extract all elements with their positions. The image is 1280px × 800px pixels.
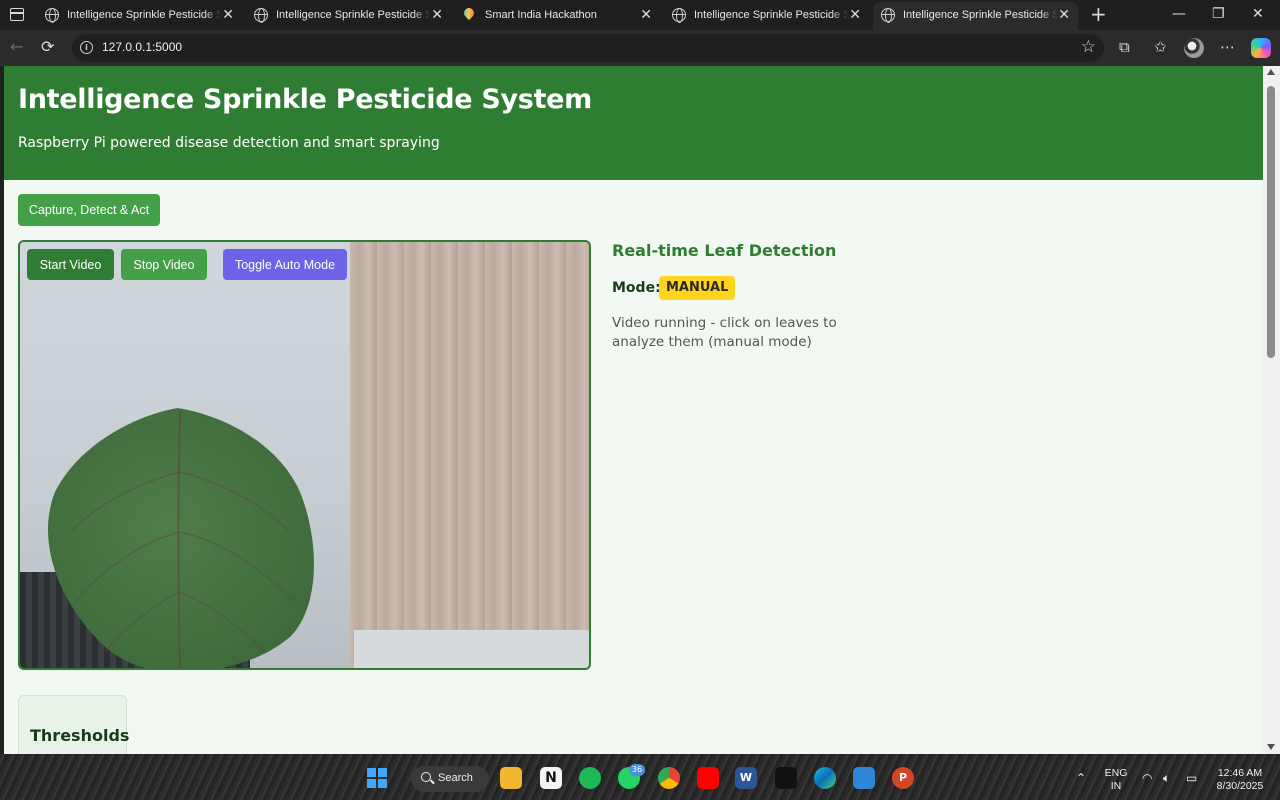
browser-tab-active[interactable]: Intelligence Sprinkle Pesticide Sy ✕	[873, 2, 1078, 30]
page-scrollbar[interactable]	[1263, 66, 1280, 754]
address-bar[interactable]: i 127.0.0.1:5000 ☆	[72, 34, 1104, 62]
tab-title: Smart India Hackathon	[485, 9, 597, 21]
window-close-icon[interactable]: ✕	[1252, 6, 1264, 22]
close-icon[interactable]: ✕	[431, 7, 443, 23]
close-icon[interactable]: ✕	[640, 7, 652, 23]
search-icon	[421, 772, 431, 782]
restore-icon[interactable]: ❐	[1212, 6, 1225, 22]
clock-time: 12:46 AM	[1217, 767, 1263, 779]
taskbar-search[interactable]: Search	[411, 766, 489, 792]
close-icon[interactable]: ✕	[849, 7, 861, 23]
thresholds-title: Thresholds	[30, 726, 130, 745]
more-options-icon[interactable]: ⋯	[1220, 38, 1235, 56]
photos-icon[interactable]	[853, 767, 875, 789]
region-code: IN	[1110, 780, 1122, 792]
powerpoint-icon[interactable]: P	[892, 767, 914, 789]
app-icon[interactable]	[775, 767, 797, 789]
globe-icon	[254, 8, 268, 23]
globe-icon	[881, 8, 895, 23]
stop-video-button[interactable]: Stop Video	[121, 249, 207, 280]
info-icon[interactable]: i	[80, 41, 93, 54]
back-arrow-icon[interactable]: ←	[10, 38, 23, 56]
youtube-icon[interactable]	[697, 767, 719, 789]
windows-start-icon[interactable]	[367, 768, 387, 788]
scroll-thumb[interactable]	[1267, 86, 1275, 358]
tab-title: Intelligence Sprinkle Pesticide Sy	[67, 9, 222, 21]
page-title: Intelligence Sprinkle Pesticide System	[18, 84, 593, 115]
mode-label: Mode:	[612, 280, 661, 296]
mode-badge: MANUAL	[659, 276, 736, 300]
tab-title: Intelligence Sprinkle Pesticide Sy	[903, 9, 1058, 21]
browser-tab[interactable]: Intelligence Sprinkle Pesticide Sy ✕	[37, 2, 242, 30]
page-subtitle: Raspberry Pi powered disease detection a…	[18, 135, 440, 151]
clock-date: 8/30/2025	[1216, 780, 1264, 792]
url-text[interactable]: 127.0.0.1:5000	[102, 40, 182, 54]
refresh-icon[interactable]: ⟳	[41, 38, 54, 56]
chrome-icon[interactable]	[658, 767, 680, 789]
battery-icon[interactable]: ▭	[1186, 771, 1197, 785]
close-icon[interactable]: ✕	[1058, 7, 1070, 23]
app-header: Intelligence Sprinkle Pesticide System R…	[4, 66, 1263, 180]
profile-avatar[interactable]	[1184, 38, 1204, 58]
whatsapp-unread-badge: 36	[629, 764, 645, 776]
favorites-icon[interactable]: ✩	[1154, 38, 1167, 56]
page-viewport: Intelligence Sprinkle Pesticide System R…	[4, 66, 1263, 754]
copilot-icon[interactable]	[1251, 38, 1271, 58]
globe-icon	[45, 8, 59, 23]
windows-taskbar: Search N W P	[0, 754, 1280, 800]
minimize-icon[interactable]: —	[1172, 6, 1186, 22]
taskbar-search-label: Search	[438, 772, 473, 784]
address-toolbar: ← ⟳ i 127.0.0.1:5000 ☆ ⧉ ✩ ⋯	[0, 30, 1280, 66]
file-explorer-icon[interactable]	[500, 767, 522, 789]
language-indicator[interactable]: ENG IN	[1101, 767, 1131, 793]
tab-actions-icon[interactable]	[10, 8, 24, 21]
close-icon[interactable]: ✕	[222, 7, 234, 23]
new-tab-icon[interactable]: +	[1090, 3, 1107, 25]
globe-icon	[672, 8, 686, 23]
favorite-star-icon[interactable]: ☆	[1081, 37, 1096, 57]
browser-tab[interactable]: Intelligence Sprinkle Pesticide Sy ✕	[246, 2, 451, 30]
clock[interactable]: 12:46 AM 8/30/2025	[1208, 767, 1272, 793]
thresholds-card: Thresholds	[18, 695, 130, 754]
video-feed[interactable]	[18, 240, 591, 670]
panel-title: Real-time Leaf Detection	[612, 241, 837, 260]
start-video-button[interactable]: Start Video	[27, 249, 114, 280]
edge-icon[interactable]	[814, 767, 836, 789]
toggle-auto-mode-button[interactable]: Toggle Auto Mode	[223, 249, 347, 280]
word-icon[interactable]: W	[735, 767, 757, 789]
detection-status-text: Video running - click on leaves to analy…	[612, 315, 837, 350]
tab-title: Intelligence Sprinkle Pesticide Sy	[276, 9, 431, 21]
browser-tab-bar: Intelligence Sprinkle Pesticide Sy ✕ Int…	[0, 0, 1280, 30]
tab-title: Intelligence Sprinkle Pesticide Sy	[694, 9, 849, 21]
volume-icon[interactable]: 🔈︎	[1163, 771, 1170, 786]
extensions-icon[interactable]: ⧉	[1119, 38, 1130, 56]
capture-detect-act-button[interactable]: Capture, Detect & Act	[18, 194, 160, 226]
spotify-icon[interactable]	[579, 767, 601, 789]
notion-icon[interactable]: N	[540, 767, 562, 789]
tray-chevron-up-icon[interactable]: ⌃	[1076, 771, 1086, 785]
browser-tab[interactable]: Intelligence Sprinkle Pesticide Sy ✕	[664, 2, 869, 30]
wifi-icon[interactable]: ◠	[1142, 771, 1152, 785]
scroll-down-arrow-icon[interactable]	[1267, 744, 1275, 750]
map-pin-icon	[464, 8, 476, 22]
leaf-image[interactable]	[20, 242, 591, 670]
scroll-up-arrow-icon[interactable]	[1267, 69, 1275, 75]
language-code: ENG	[1104, 767, 1128, 779]
browser-tab[interactable]: Smart India Hackathon ✕	[455, 2, 660, 30]
